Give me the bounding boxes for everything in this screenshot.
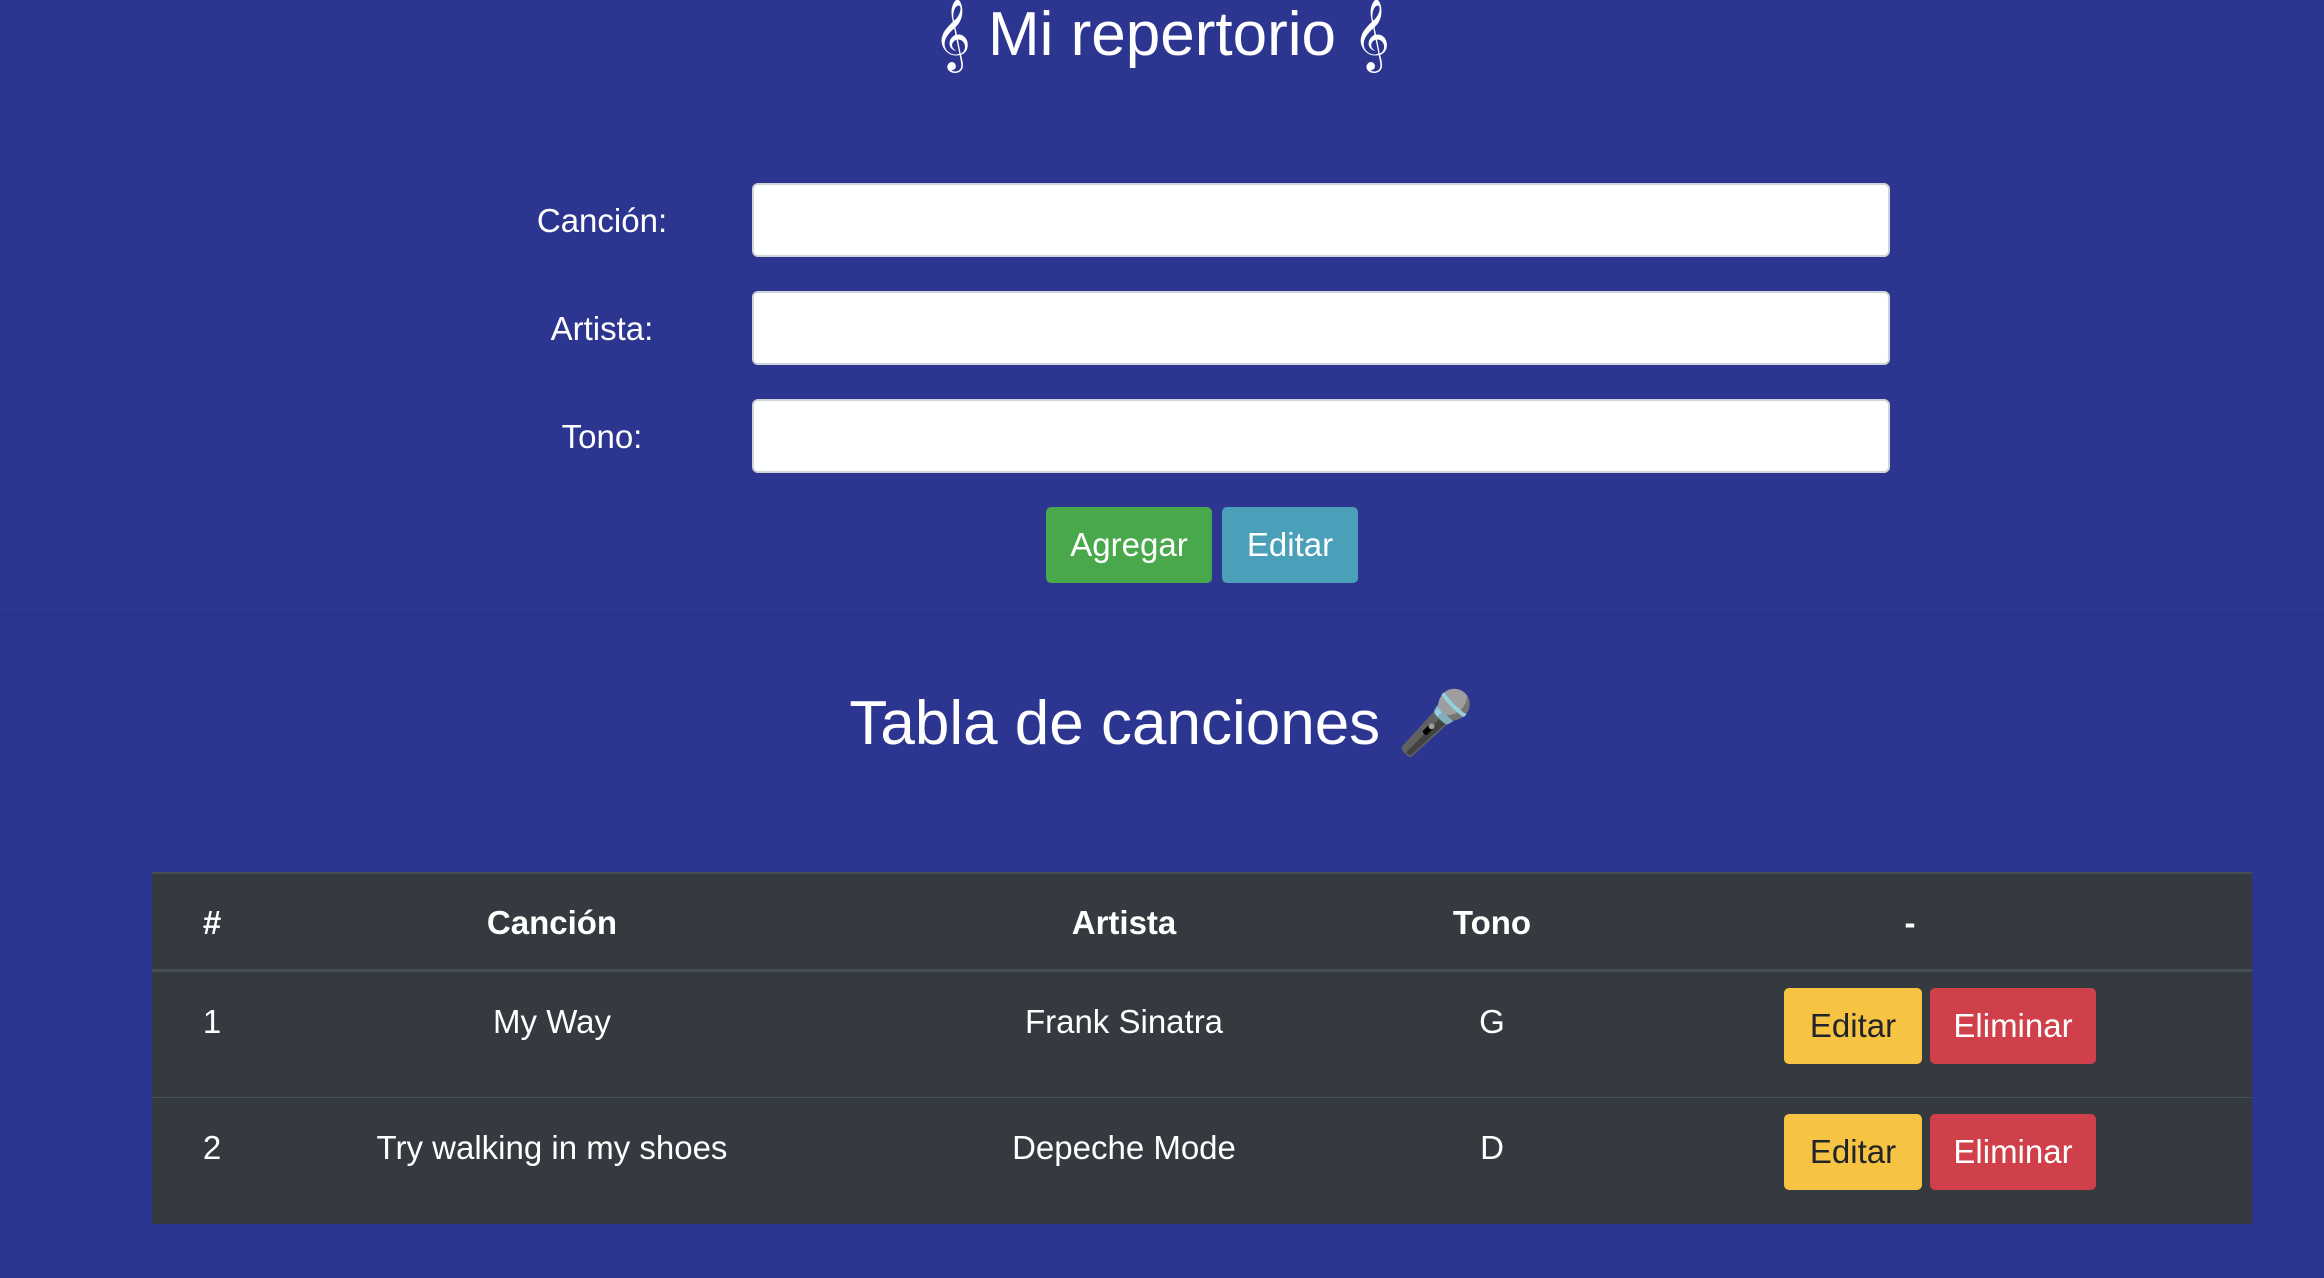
row-number: 2	[202, 1129, 222, 1166]
add-button[interactable]: Agregar	[1046, 507, 1212, 583]
page-title: 𝄞 Mi repertorio 𝄞	[934, 0, 1390, 69]
row-artist: Frank Sinatra	[1024, 1003, 1224, 1040]
header-tone: Tono	[1452, 904, 1532, 941]
row-tone: G	[1479, 1003, 1505, 1040]
page: 𝄞 Mi repertorio 𝄞 Canción: Artista: Tono…	[0, 0, 2324, 1278]
row-edit-button[interactable]: Editar	[1784, 1114, 1922, 1190]
row-number: 1	[202, 1003, 222, 1040]
artist-form-row: Artista:	[0, 291, 2324, 367]
row-song: Try walking in my shoes	[376, 1129, 728, 1166]
row-artist: Depeche Mode	[1012, 1129, 1236, 1166]
table-row: 1 My Way Frank Sinatra G Editar Eliminar	[152, 972, 2252, 1098]
edit-form-button[interactable]: Editar	[1222, 507, 1358, 583]
table-title-text: Tabla de canciones	[849, 689, 1381, 758]
table-title: Tabla de canciones 🎤	[0, 685, 2324, 761]
song-input[interactable]	[752, 183, 1890, 257]
artist-label: Artista:	[550, 310, 654, 347]
song-label: Canción:	[536, 202, 668, 239]
header-song: Canción	[486, 904, 618, 941]
row-edit-button[interactable]: Editar	[1784, 988, 1922, 1064]
artist-input[interactable]	[752, 291, 1890, 365]
header-number: #	[202, 904, 222, 941]
tone-label: Tono:	[561, 418, 643, 455]
row-tone: D	[1480, 1129, 1504, 1166]
microphone-icon: 🎤	[1397, 686, 1475, 759]
row-delete-button[interactable]: Eliminar	[1930, 1114, 2096, 1190]
songs-table: # Canción Artista Tono - 1 My Way Frank …	[152, 872, 2252, 1224]
table-row: 2 Try walking in my shoes Depeche Mode D…	[152, 1098, 2252, 1224]
section-divider	[0, 614, 2324, 648]
song-form-row: Canción:	[0, 183, 2324, 259]
table-header-row: # Canción Artista Tono -	[152, 874, 2252, 972]
tone-input[interactable]	[752, 399, 1890, 473]
row-song: My Way	[493, 1003, 611, 1040]
header-actions: -	[1904, 904, 1916, 941]
tone-form-row: Tono:	[0, 399, 2324, 475]
row-delete-button[interactable]: Eliminar	[1930, 988, 2096, 1064]
header-artist: Artista	[1071, 904, 1177, 941]
